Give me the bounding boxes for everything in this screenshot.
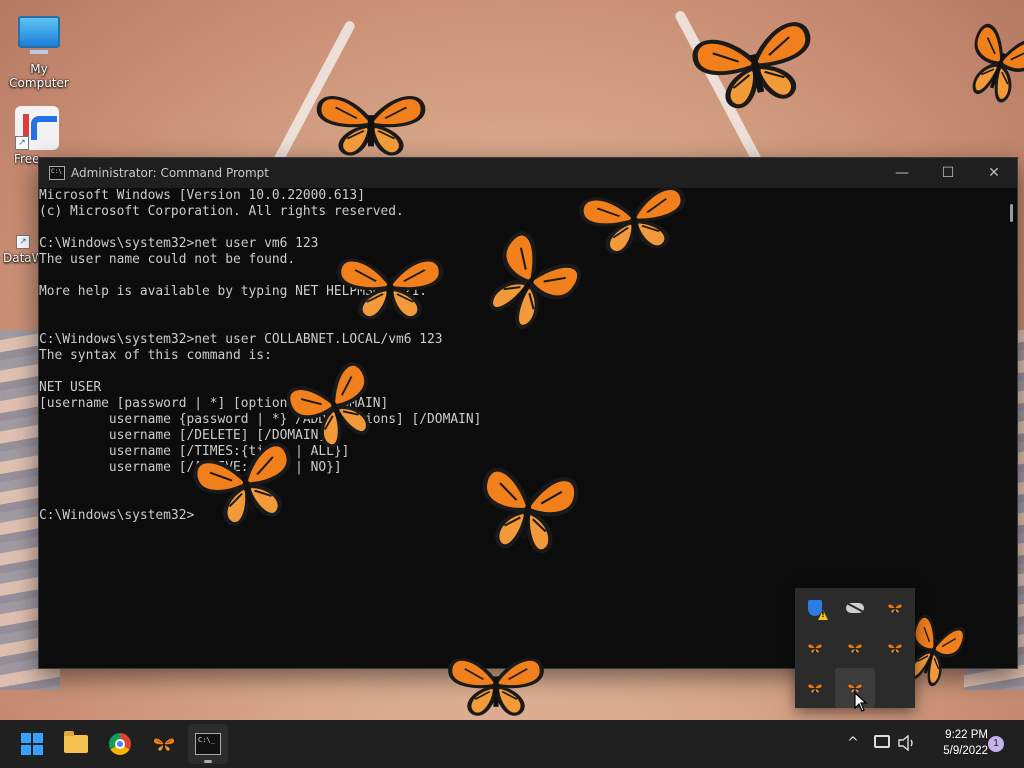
butterfly-icon [887,643,903,654]
dataw-app-icon: ↗ [6,205,36,249]
vertical-scrollbar[interactable] [1003,188,1017,668]
butterfly-icon [952,7,1024,117]
desktop-icon-dataw[interactable]: ↗ DataW [0,205,40,265]
tray-overflow-flyout [795,588,915,708]
taskbar-butterfly-app[interactable] [144,724,184,764]
shield-warning-icon [808,600,822,616]
notification-badge[interactable]: 1 [988,736,1004,752]
clock-date: 5/9/2022 [943,745,988,757]
tray-item-onedrive[interactable] [835,588,875,628]
clock-time: 9:22 PM [945,729,988,741]
window-titlebar[interactable]: Administrator: Command Prompt — ☐ ✕ [39,158,1017,188]
desktop-icon-label: My Computer [9,62,69,90]
cloud-off-icon [846,603,864,613]
butterfly-icon [807,643,823,654]
butterfly-app-icon [152,737,176,752]
chrome-icon [109,733,131,755]
console-text: Microsoft Windows [Version 10.0.22000.61… [39,188,482,523]
maximize-button[interactable]: ☐ [925,158,971,188]
scrollbar-thumb[interactable] [1010,204,1013,222]
desktop-icon-free[interactable]: ↗ Free [0,106,59,166]
tray-item-butterfly[interactable] [795,628,835,668]
monitor-icon [17,16,61,60]
tray-item-butterfly[interactable] [835,628,875,668]
tray-item-butterfly[interactable] [875,588,915,628]
taskbar-file-explorer[interactable] [56,724,96,764]
butterfly-icon [847,643,863,654]
butterfly-icon [807,683,823,694]
taskbar-chrome[interactable] [100,724,140,764]
close-button[interactable]: ✕ [971,158,1017,188]
clock[interactable]: 9:22 PM 5/9/2022 [922,727,988,759]
butterfly-icon [312,84,430,162]
window-title: Administrator: Command Prompt [71,166,269,180]
free-app-icon: ↗ [15,106,59,150]
command-prompt-icon [195,733,221,755]
desktop-icon-label: Free [14,152,40,166]
taskbar: ^ 9:22 PM 5/9/2022 [0,720,1024,768]
windows-start-icon [21,733,43,755]
tray-item-security[interactable] [795,588,835,628]
mouse-cursor-icon [854,692,868,712]
butterfly-icon [887,603,903,614]
network-icon[interactable] [874,735,890,748]
taskbar-command-prompt[interactable] [188,724,228,764]
active-indicator [204,760,212,763]
shortcut-arrow-icon: ↗ [16,235,30,249]
show-hidden-icons-chevron-icon[interactable]: ^ [846,736,860,750]
shortcut-arrow-icon: ↗ [15,136,29,150]
desktop-icon-label: DataW [3,251,40,265]
tray-item-butterfly[interactable] [795,668,835,708]
tray-item-butterfly[interactable] [875,628,915,668]
start-button[interactable] [12,724,52,764]
minimize-button[interactable]: — [879,158,925,188]
file-explorer-icon [64,731,88,753]
desktop-icon-my-computer[interactable]: My Computer [1,10,77,90]
volume-icon[interactable] [898,735,916,751]
command-prompt-icon [49,166,65,180]
